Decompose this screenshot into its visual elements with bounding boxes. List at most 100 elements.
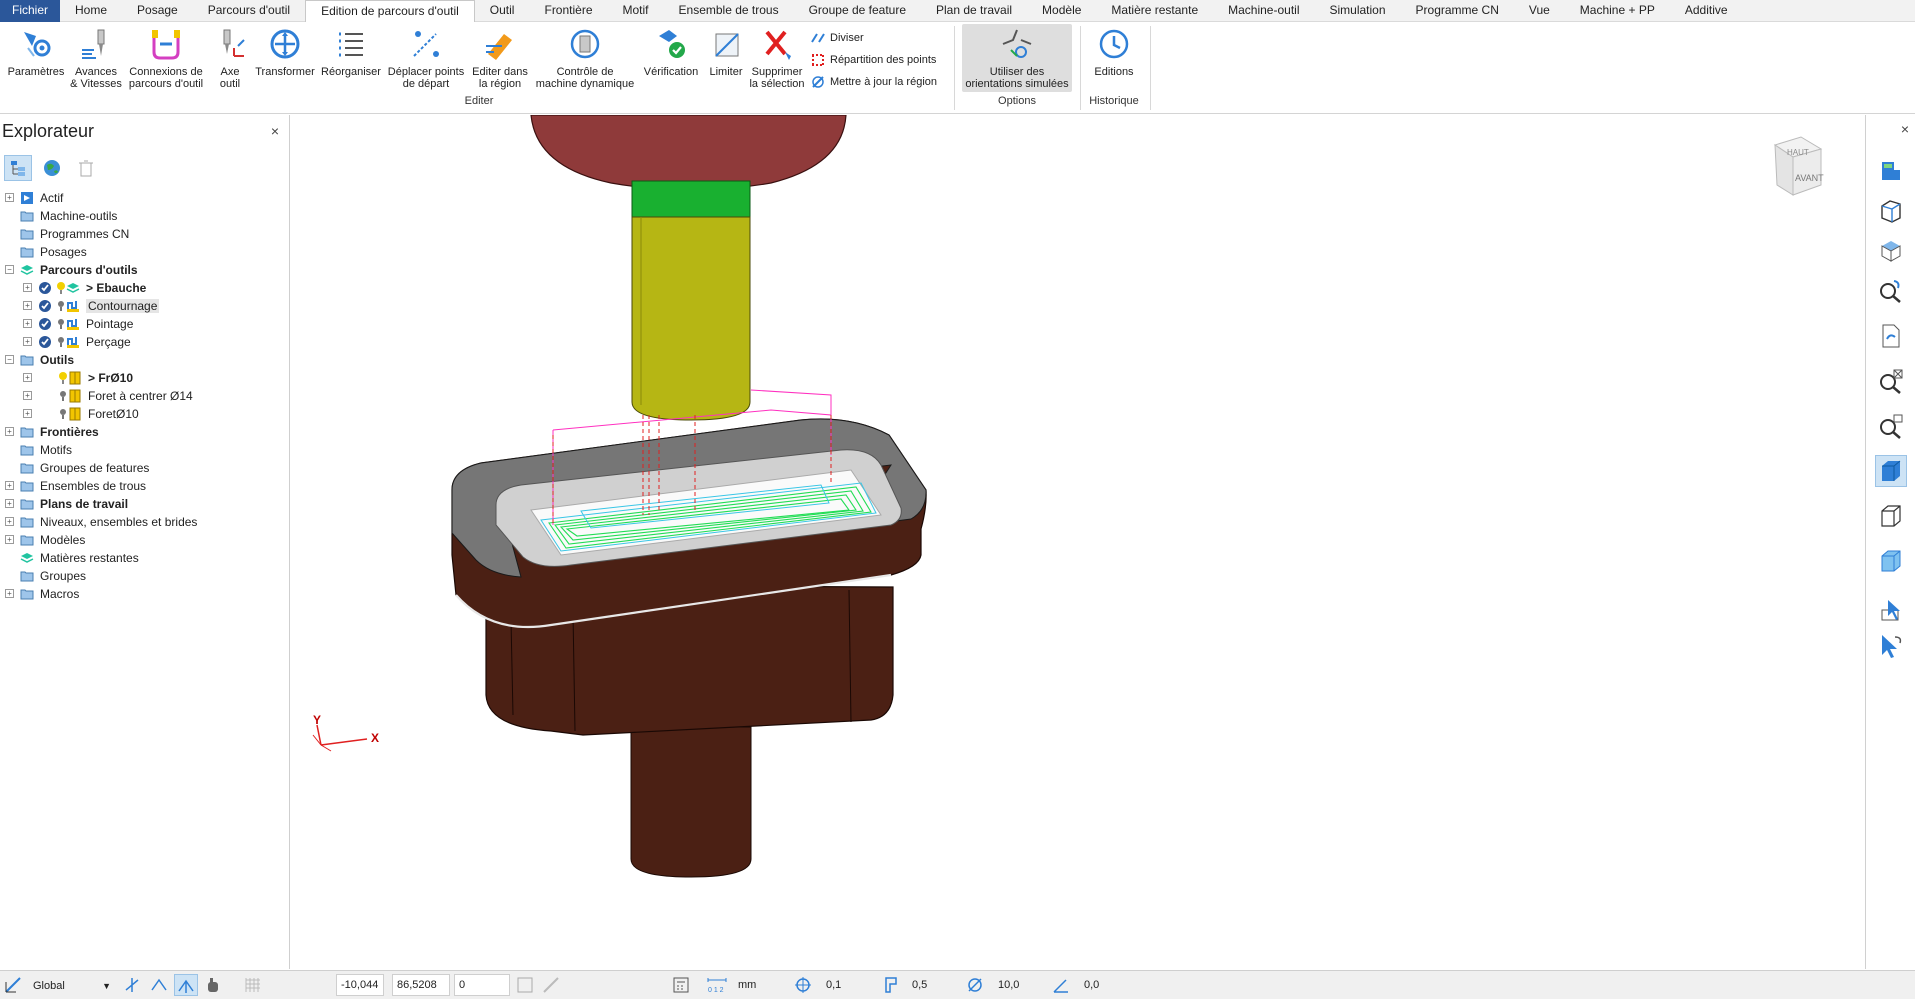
tree-item[interactable]: − Parcours d'outils [0,261,290,279]
tree-expander[interactable]: + [23,301,32,310]
tree-expander[interactable]: + [23,337,32,346]
tree-expander[interactable]: + [23,409,32,418]
menu-tab-14[interactable]: Simulation [1315,0,1401,22]
tree-expander[interactable]: + [23,373,32,382]
menu-tab-6[interactable]: Frontière [529,0,607,22]
tree-item[interactable]: + Perçage [0,333,290,351]
tree-expander[interactable]: + [23,391,32,400]
tree-item[interactable]: + Foret à centrer Ø14 [0,387,290,405]
tree-expander[interactable]: + [5,535,14,544]
measure-icon[interactable] [542,976,560,994]
tree-item[interactable]: Motifs [0,441,290,459]
tree-item[interactable]: + Macros [0,585,290,603]
tree-expander[interactable]: + [5,517,14,526]
graphics-viewport[interactable]: X Y HAUT AVANT [291,114,1864,969]
tolerance-value[interactable]: 0,1 [826,975,841,996]
menu-tab-4[interactable]: Edition de parcours d'outil [305,0,475,23]
tree-item[interactable]: + Ensembles de trous [0,477,290,495]
tree-expander[interactable]: + [5,427,14,436]
coord-y-field[interactable]: 86,5208 [392,974,450,996]
tree-item[interactable]: + > FrØ10 [0,369,290,387]
snap-grid-icon[interactable] [124,976,142,994]
edit-in-region-button[interactable]: Editer dans la région [468,26,532,90]
menu-tab-5[interactable]: Outil [475,0,530,22]
snap-active-button[interactable] [174,974,198,996]
menu-tab-9[interactable]: Groupe de feature [794,0,921,22]
zoom-box-button[interactable] [1875,410,1907,442]
menu-tab-12[interactable]: Matière restante [1096,0,1213,22]
iso-view-button[interactable] [1875,195,1907,227]
menu-tab-18[interactable]: Additive [1670,0,1743,22]
select-button[interactable] [1875,595,1907,627]
menu-tab-1[interactable]: Home [60,0,122,22]
tool-axis-button[interactable]: Axe outil [208,26,252,90]
dynamic-machine-control-button[interactable]: Contrôle de machine dynamique [532,26,638,90]
menu-tab-0[interactable]: Fichier [0,0,61,22]
select-undo-button[interactable] [1875,630,1907,662]
tree-item[interactable]: Groupes de features [0,459,290,477]
coord-z-field[interactable]: 0 [454,974,510,996]
verification-button[interactable]: Vérification [638,26,704,78]
rightbar-close-button[interactable]: × [1901,121,1909,137]
tree-item[interactable]: + Niveaux, ensembles et brides [0,513,290,531]
tree-item[interactable]: + Plans de travail [0,495,290,513]
split-button[interactable]: Diviser [810,30,864,46]
scene-3d[interactable]: X Y HAUT AVANT [291,114,1864,969]
simulated-orientations-button[interactable]: Utiliser des orientations simulées [962,24,1072,92]
delete-selection-button[interactable]: Supprimer la sélection [744,26,810,90]
tree-expander[interactable]: + [5,499,14,508]
workplane-select[interactable]: Global ▼ [32,975,118,996]
menu-tab-13[interactable]: Machine-outil [1213,0,1314,22]
menu-tab-16[interactable]: Vue [1514,0,1565,22]
snap-point-icon[interactable] [150,976,168,994]
tree-item[interactable]: Programmes CN [0,225,290,243]
diameter-value[interactable]: 10,0 [998,975,1019,996]
tree-expander[interactable]: + [5,481,14,490]
menu-tab-10[interactable]: Plan de travail [921,0,1027,22]
cube-view-button[interactable] [1875,235,1907,267]
tree-item[interactable]: − Outils [0,351,290,369]
tree-item[interactable]: + Actif [0,189,290,207]
tree-expander[interactable]: − [5,265,14,274]
hand-icon[interactable] [204,976,222,994]
zoom-previous-button[interactable] [1875,275,1907,307]
shaded-view-button[interactable] [1875,455,1907,487]
parameters-button[interactable]: Paramètres [4,26,68,78]
menu-tab-11[interactable]: Modèle [1027,0,1096,22]
explorer-close-button[interactable]: × [271,123,279,139]
angle-value[interactable]: 0,0 [1084,975,1099,996]
tree-item[interactable]: Posages [0,243,290,261]
ruler-icon[interactable]: 0 1 2 [706,976,728,994]
menu-tab-15[interactable]: Programme CN [1401,0,1514,22]
tree-expander[interactable]: + [23,283,32,292]
editions-button[interactable]: Editions [1084,26,1144,78]
calculator-icon[interactable] [672,976,690,994]
wireframe-view-button[interactable] [1875,500,1907,532]
tree-item[interactable]: + > Ebauche [0,279,290,297]
coord-x-field[interactable]: -10,044 [336,974,384,996]
toolpath-view-button[interactable] [1875,155,1907,187]
coordinate-mode-icon[interactable] [516,976,534,994]
reorder-button[interactable]: Réorganiser [318,26,384,78]
view-cube[interactable] [1773,136,1823,196]
tree-item[interactable]: + Modèles [0,531,290,549]
update-region-button[interactable]: Mettre à jour la région [810,74,937,90]
transform-button[interactable]: Transformer [252,26,318,78]
tree-expander[interactable]: − [5,355,14,364]
tree-item[interactable]: Groupes [0,567,290,585]
tree-item[interactable]: Matières restantes [0,549,290,567]
thickness-value[interactable]: 0,5 [912,975,927,996]
menu-tab-8[interactable]: Ensemble de trous [664,0,794,22]
menu-tab-7[interactable]: Motif [608,0,664,22]
point-distribution-button[interactable]: Répartition des points [810,52,936,68]
grid-icon[interactable] [244,976,262,994]
menu-tab-17[interactable]: Machine + PP [1565,0,1670,22]
globe-view-button[interactable] [38,155,66,181]
tree-expander[interactable]: + [5,589,14,598]
zoom-extents-button[interactable] [1875,365,1907,397]
menu-tab-3[interactable]: Parcours d'outil [193,0,305,22]
tree-item[interactable]: + Frontières [0,423,290,441]
recycle-bin-button[interactable] [72,155,100,181]
refresh-page-button[interactable] [1875,320,1907,352]
tree-expander[interactable]: + [23,319,32,328]
